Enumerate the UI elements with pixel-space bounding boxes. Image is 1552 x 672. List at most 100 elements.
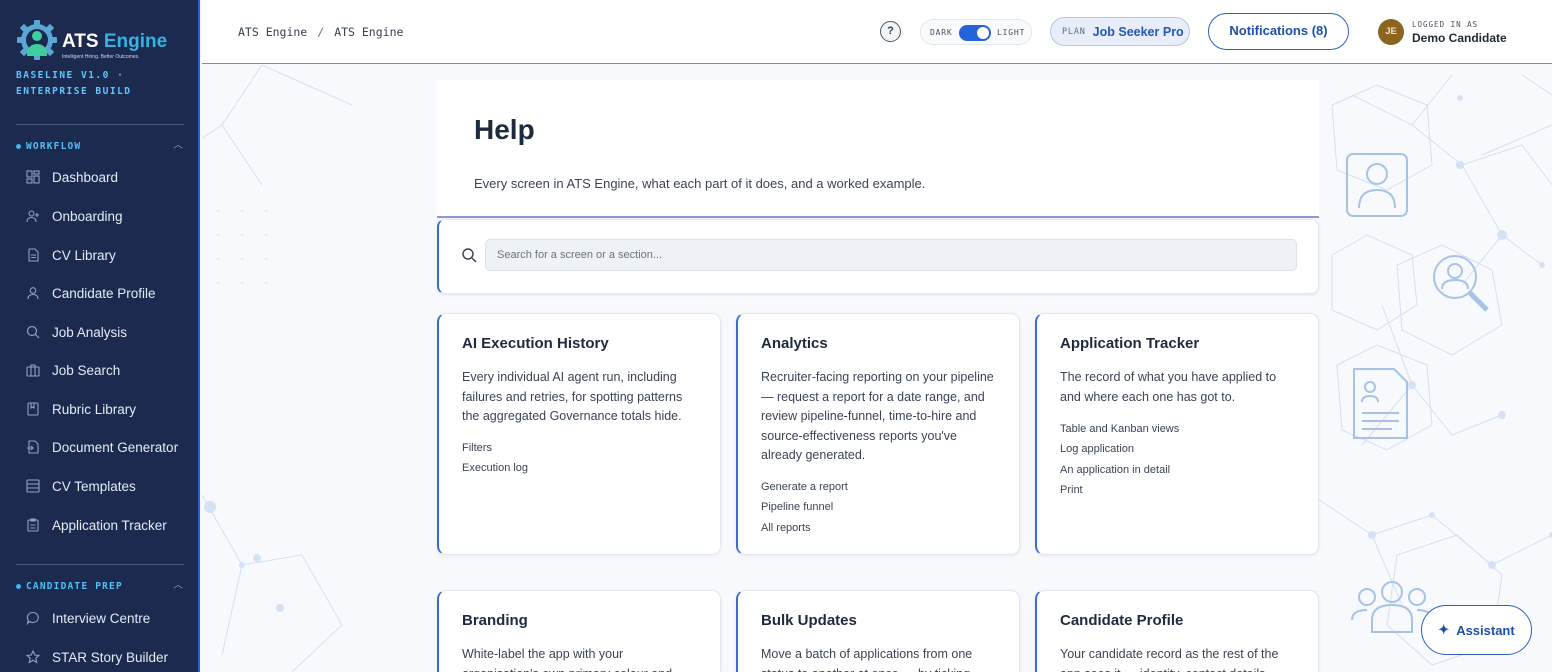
help-card-application-tracker[interactable]: Application Tracker The record of what y… (1035, 313, 1319, 555)
card-section-link[interactable]: Execution log (462, 458, 702, 478)
brand-name: ATS Engine (62, 31, 168, 52)
card-section-link[interactable]: Print (1060, 480, 1300, 500)
chevron-up-icon[interactable]: ︿ (172, 580, 184, 592)
sidebar-item-cv-library[interactable]: CV Library (26, 241, 190, 269)
card-title: Bulk Updates (761, 612, 857, 629)
card-sections: Table and Kanban views Log application A… (1060, 419, 1300, 500)
card-section-link[interactable]: Log application (1060, 439, 1300, 459)
card-section-link[interactable]: Pipeline funnel (761, 497, 1001, 517)
sidebar-item-label: CV Library (52, 247, 116, 263)
sidebar-item-label: Job Analysis (52, 324, 128, 340)
breadcrumb-separator: / (317, 25, 325, 39)
notifications-button[interactable]: Notifications (8) (1208, 13, 1349, 50)
sidebar-item-application-tracker[interactable]: Application Tracker (26, 511, 190, 539)
sidebar-item-dashboard[interactable]: Dashboard (26, 163, 190, 191)
sidebar-item-label: Candidate Profile (52, 285, 156, 301)
section-workflow[interactable]: WORKFLOW ︿ (16, 139, 184, 153)
plan-label: PLAN (1062, 26, 1086, 37)
sparkle-icon: ✦ (1438, 622, 1450, 637)
card-section-link[interactable]: An application in detail (1060, 460, 1300, 480)
page-subtitle: Every screen in ATS Engine, what each pa… (474, 176, 926, 191)
switch-knob (977, 27, 989, 39)
help-card-branding[interactable]: Branding White-label the app with your o… (437, 590, 721, 672)
sidebar-item-label: Application Tracker (52, 517, 167, 533)
question-icon[interactable]: ? (880, 21, 901, 42)
sidebar-item-star-story-builder[interactable]: STAR Story Builder (26, 643, 190, 671)
section-candidate-prep[interactable]: CANDIDATE PREP ︿ (16, 579, 184, 593)
section-dot (16, 143, 21, 149)
breadcrumb-item[interactable]: ATS Engine (238, 25, 307, 39)
sidebar-item-cv-templates[interactable]: CV Templates (26, 472, 190, 500)
page-title: Help (474, 114, 535, 145)
briefcase-icon (26, 363, 40, 377)
help-card-candidate-profile[interactable]: Candidate Profile Your candidate record … (1035, 590, 1319, 672)
card-description: White-label the app with your organisati… (462, 647, 672, 672)
sidebar-item-onboarding[interactable]: Onboarding (26, 202, 190, 230)
card-section-link[interactable]: Table and Kanban views (1060, 419, 1300, 439)
brand-logo[interactable]: ATS Engine Intelligent Hiring. Better Ou… (16, 20, 168, 64)
star-icon (26, 650, 40, 664)
sidebar-item-label: STAR Story Builder (52, 649, 169, 665)
card-description: The record of what you have applied to a… (1060, 370, 1277, 404)
card-section-link[interactable]: Filters (462, 438, 702, 458)
assistant-button[interactable]: ✦ Assistant (1421, 605, 1532, 655)
help-card-ai-execution-history[interactable]: AI Execution History Every individual AI… (437, 313, 721, 555)
card-description: Move a batch of applications from one st… (761, 647, 973, 672)
sidebar-item-label: Onboarding (52, 208, 123, 224)
section-dot (16, 583, 21, 589)
theme-toggle[interactable]: DARK LIGHT (920, 19, 1032, 45)
assistant-label: Assistant (1456, 622, 1515, 638)
search-input[interactable] (485, 239, 1297, 271)
card-title: AI Execution History (462, 335, 609, 352)
clipboard-icon (26, 518, 40, 532)
sidebar-divider (16, 564, 184, 565)
sidebar-item-job-search[interactable]: Job Search (26, 356, 190, 384)
sidebar-item-label: Job Search (52, 362, 121, 378)
card-title: Branding (462, 612, 528, 629)
sidebar-item-rubric-library[interactable]: Rubric Library (26, 395, 190, 423)
user-name[interactable]: Demo Candidate (1412, 31, 1507, 45)
card-section-link[interactable]: All reports (761, 518, 1001, 538)
search-icon (26, 325, 40, 339)
top-header: ATS Engine / ATS Engine ? DARK LIGHT PLAN … (202, 0, 1552, 64)
card-title: Analytics (761, 335, 828, 352)
breadcrumb-current: ATS Engine (334, 25, 404, 39)
sidebar-item-label: Interview Centre (52, 610, 151, 626)
chevron-up-icon[interactable]: ︿ (172, 140, 184, 152)
card-sections: Filters Execution log (462, 438, 702, 479)
sidebar-item-label: Document Generator (52, 439, 179, 455)
brand-tagline: Intelligent Hiring. Better Outcomes. (62, 54, 140, 60)
bookmark-icon (26, 402, 40, 416)
avatar[interactable]: JE (1378, 19, 1404, 45)
sidebar-item-label: Dashboard (52, 169, 119, 185)
file-export-icon (26, 440, 40, 454)
dashboard-icon (26, 170, 40, 184)
help-card-bulk-updates[interactable]: Bulk Updates Move a batch of application… (736, 590, 1020, 672)
card-section-link[interactable]: Generate a report (761, 477, 1001, 497)
plan-badge[interactable]: PLAN Job Seeker Pro (1050, 17, 1190, 46)
card-sections: Generate a report Pipeline funnel All re… (761, 477, 1001, 538)
document-icon (26, 248, 40, 262)
sidebar-divider (16, 124, 184, 125)
sidebar-item-candidate-profile[interactable]: Candidate Profile (26, 279, 190, 307)
sidebar-item-interview-centre[interactable]: Interview Centre (26, 604, 190, 632)
card-title: Candidate Profile (1060, 612, 1184, 629)
breadcrumb: ATS Engine / ATS Engine (238, 25, 403, 39)
sidebar-item-document-generator[interactable]: Document Generator (26, 433, 190, 461)
sidebar-item-label: Rubric Library (52, 401, 137, 417)
search-icon (462, 248, 477, 263)
help-card-analytics[interactable]: Analytics Recruiter-facing reporting on … (736, 313, 1020, 555)
help-header-card: Help Every screen in ATS Engine, what ea… (437, 80, 1319, 218)
logged-in-label: LOGGED IN AS (1412, 20, 1479, 29)
theme-dark-label: DARK (930, 28, 953, 37)
card-description: Every individual AI agent run, including… (462, 370, 683, 423)
search-card (437, 219, 1319, 294)
theme-switch[interactable] (959, 25, 991, 41)
section-label: WORKFLOW (26, 140, 82, 152)
gear-person-icon (17, 20, 57, 60)
layout-icon (26, 479, 40, 493)
theme-light-label: LIGHT (997, 28, 1026, 37)
sidebar-item-job-analysis[interactable]: Job Analysis (26, 318, 190, 346)
plan-name: Job Seeker Pro (1092, 24, 1184, 39)
user-icon (26, 286, 40, 300)
